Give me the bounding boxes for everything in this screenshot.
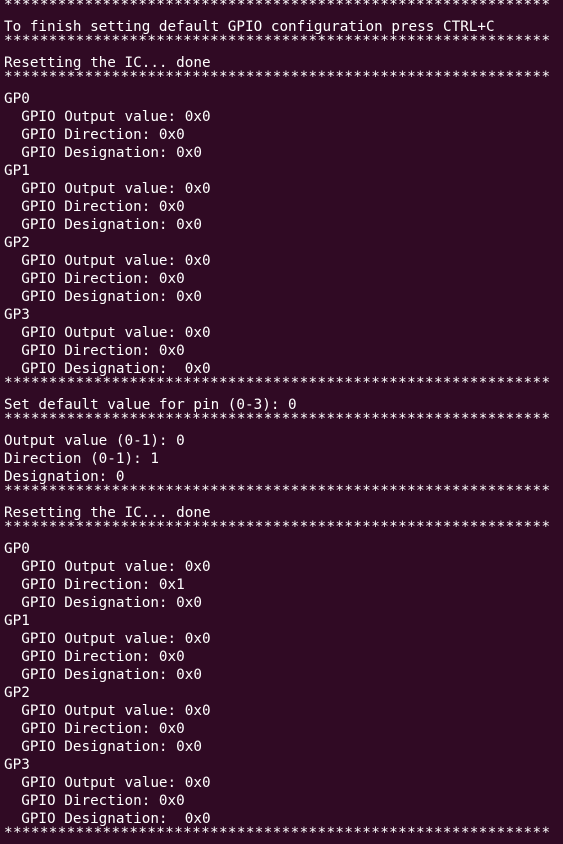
terminal-line: Output value (0-1): 0 bbox=[4, 433, 185, 449]
terminal-line: GPIO Output value: 0x0 bbox=[4, 109, 211, 125]
terminal-line: GPIO Output value: 0x0 bbox=[4, 631, 211, 647]
terminal-line: GPIO Direction: 0x0 bbox=[4, 649, 185, 665]
terminal-line: GPIO Direction: 0x0 bbox=[4, 127, 185, 143]
terminal-line: GPIO Direction: 0x1 bbox=[4, 577, 185, 593]
terminal-line: GPIO Direction: 0x0 bbox=[4, 793, 185, 809]
separator-line: ****************************************… bbox=[4, 375, 551, 391]
terminal-line: GPIO Designation: 0x0 bbox=[4, 217, 202, 233]
terminal-line: GP1 bbox=[4, 163, 30, 179]
terminal-line: GPIO Designation: 0x0 bbox=[4, 289, 202, 305]
terminal-line: GP2 bbox=[4, 235, 30, 251]
terminal-output[interactable]: ****************************************… bbox=[0, 0, 563, 844]
terminal-line: GPIO Designation: 0x0 bbox=[4, 667, 202, 683]
terminal-line: GP0 bbox=[4, 541, 30, 557]
separator-line: ****************************************… bbox=[4, 483, 551, 499]
terminal-line: Direction (0-1): 1 bbox=[4, 451, 159, 467]
separator-line: ****************************************… bbox=[4, 33, 551, 49]
terminal-line: GPIO Designation: 0x0 bbox=[4, 145, 202, 161]
terminal-line: GPIO Output value: 0x0 bbox=[4, 325, 211, 341]
separator-line: ****************************************… bbox=[4, 69, 551, 85]
terminal-line: GP3 bbox=[4, 307, 30, 323]
terminal-line: GP2 bbox=[4, 685, 30, 701]
terminal-line: GPIO Designation: 0x0 bbox=[4, 739, 202, 755]
terminal-line: GPIO Output value: 0x0 bbox=[4, 559, 211, 575]
separator-line: ****************************************… bbox=[4, 0, 551, 13]
terminal-line: GP0 bbox=[4, 91, 30, 107]
terminal-line: GPIO Direction: 0x0 bbox=[4, 271, 185, 287]
separator-line: ****************************************… bbox=[4, 825, 551, 841]
terminal-line: GPIO Designation: 0x0 bbox=[4, 595, 202, 611]
terminal-line: GPIO Output value: 0x0 bbox=[4, 253, 211, 269]
terminal-line: GPIO Direction: 0x0 bbox=[4, 343, 185, 359]
terminal-line: GPIO Output value: 0x0 bbox=[4, 775, 211, 791]
terminal-line: GPIO Output value: 0x0 bbox=[4, 703, 211, 719]
terminal-line: GPIO Direction: 0x0 bbox=[4, 199, 185, 215]
terminal-line: GP1 bbox=[4, 613, 30, 629]
separator-line: ****************************************… bbox=[4, 519, 551, 535]
separator-line: ****************************************… bbox=[4, 411, 551, 427]
terminal-line: GP3 bbox=[4, 757, 30, 773]
terminal-line: GPIO Output value: 0x0 bbox=[4, 181, 211, 197]
terminal-line: GPIO Direction: 0x0 bbox=[4, 721, 185, 737]
